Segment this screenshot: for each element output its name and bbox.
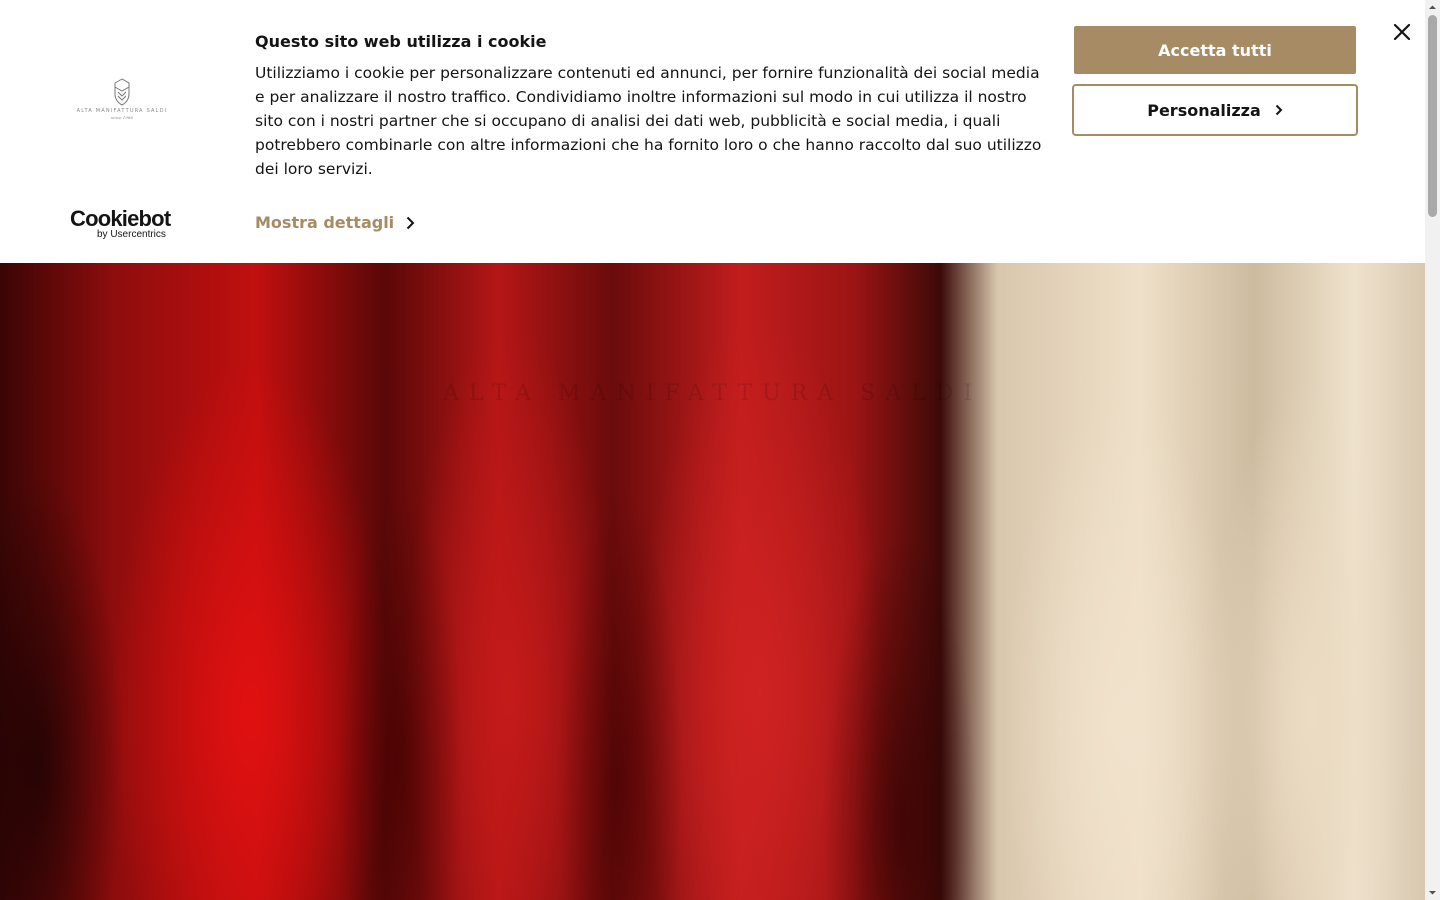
scroll-down-icon[interactable] [1425,885,1440,900]
page-scrollbar[interactable] [1425,0,1440,900]
show-details-label: Mostra dettagli [255,213,395,232]
brand-logo: ALTA MANIFATTURA SALDI since 1986 [76,78,168,130]
chevron-right-icon [1275,104,1283,116]
banner-title: Questo sito web utilizza i cookie [255,32,547,51]
scrollbar-thumb[interactable] [1428,15,1437,217]
chevron-right-icon [406,216,415,229]
cookiebot-logo: Cookiebot by Usercentrics [70,208,174,242]
customize-label: Personalizza [1147,100,1261,120]
show-details-link[interactable]: Mostra dettagli [255,213,415,232]
close-icon [1393,23,1411,41]
cookiebot-byline: by Usercentrics [97,229,166,240]
brand-mark-icon [114,78,130,106]
customize-button[interactable]: Personalizza [1072,84,1358,136]
cookie-banner: ALTA MANIFATTURA SALDI since 1986 Cookie… [0,0,1425,263]
hero-watermark: ALTA MANIFATTURA SALDI [442,381,983,406]
accept-all-button[interactable]: Accetta tutti [1074,26,1356,74]
hero-section: ALTA MANIFATTURA SALDI [0,263,1425,900]
close-button[interactable] [1390,20,1414,44]
banner-text: Utilizziamo i cookie per personalizzare … [255,64,1042,178]
brand-name: ALTA MANIFATTURA SALDI [76,108,168,114]
brand-since: since 1986 [111,115,133,120]
cookiebot-wordmark: Cookiebot [70,206,171,231]
scroll-up-icon[interactable] [1425,0,1440,15]
